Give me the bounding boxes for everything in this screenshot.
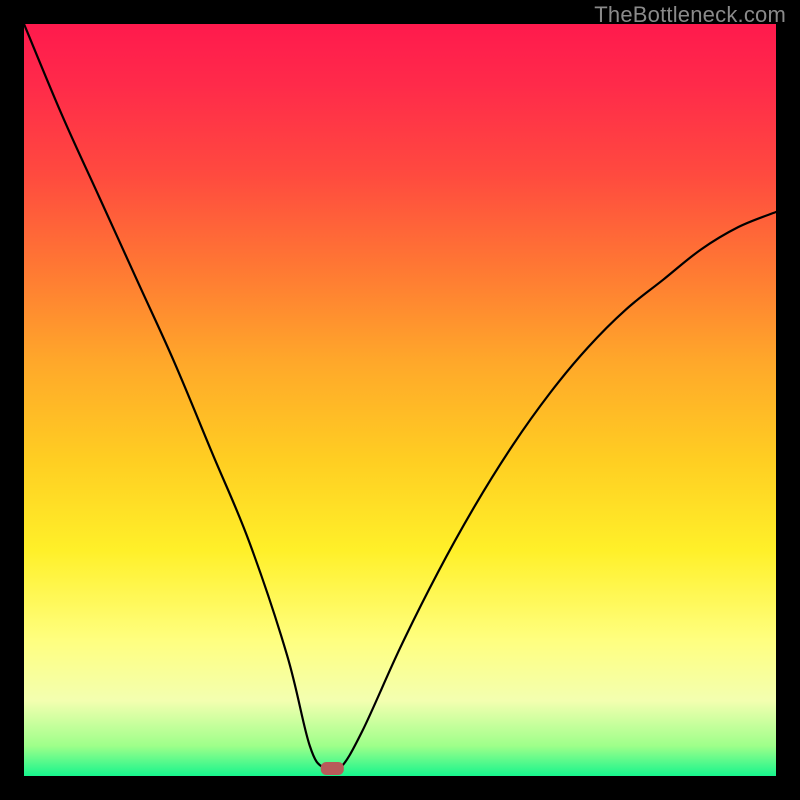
curve-layer bbox=[24, 24, 776, 776]
chart-frame: TheBottleneck.com bbox=[0, 0, 800, 800]
plot-area bbox=[24, 24, 776, 776]
watermark-text: TheBottleneck.com bbox=[594, 2, 786, 28]
bottleneck-curve bbox=[24, 24, 776, 773]
minimum-marker bbox=[321, 763, 343, 775]
